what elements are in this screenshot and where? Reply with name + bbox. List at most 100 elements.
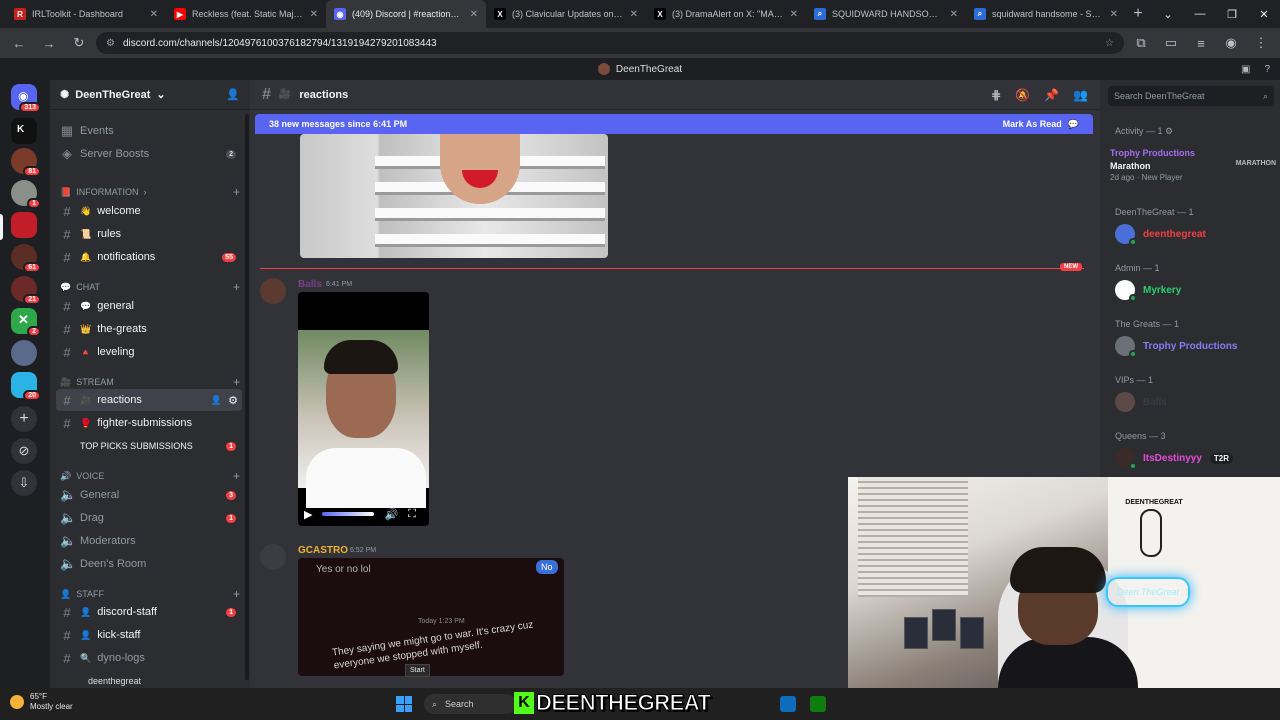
server-icon-deenthegreat[interactable]	[11, 212, 37, 238]
server-icon-6[interactable]: ✕ 2	[11, 308, 41, 337]
server-icon-2[interactable]: 81	[11, 148, 41, 177]
minimize-button[interactable]: —	[1184, 0, 1216, 28]
site-info-icon[interactable]: ⚙	[106, 38, 115, 49]
close-window-button[interactable]: ✕	[1248, 0, 1280, 28]
member-row[interactable]: deenthegreat	[1115, 224, 1206, 246]
member-row[interactable]: Balls	[1115, 392, 1167, 412]
close-tab-icon[interactable]: ✕	[1110, 9, 1118, 20]
browser-tab[interactable]: ▶ Reckless (feat. Static Major) - YouTube…	[166, 0, 326, 28]
add-channel-icon[interactable]: +	[233, 469, 240, 483]
channel-dyno-logs[interactable]: # 🔍 dyno-logs	[50, 647, 246, 669]
user-panel[interactable]: deenthegreat	[50, 674, 246, 688]
back-button[interactable]: ←	[6, 30, 32, 56]
threads-icon[interactable]: ⋕	[991, 88, 1001, 102]
server-icon-1[interactable]: K	[11, 118, 37, 144]
weather-widget[interactable]: 65°F Mostly clear	[10, 692, 73, 712]
channel-fighter-submissions[interactable]: # 🥊 fighter-submissions	[50, 412, 246, 434]
start-button[interactable]	[396, 696, 412, 712]
browser-tab[interactable]: X (3) DramaAlert on X: "MASKED ✕	[646, 0, 806, 28]
address-bar[interactable]: ⚙ discord.com/channels/12049761003761827…	[96, 32, 1124, 54]
avatar[interactable]	[260, 278, 286, 304]
message-image-attachment[interactable]: Yes or no lol No Today 1:23 PM They sayi…	[298, 558, 564, 676]
bookmark-star-icon[interactable]: ☆	[1105, 38, 1114, 49]
voice-drag[interactable]: 🔈 Drag 1	[50, 507, 246, 529]
avatar[interactable]	[260, 544, 286, 570]
channel-kick-staff[interactable]: # 👤 kick-staff	[50, 624, 246, 646]
invite-people-icon[interactable]: 👤	[226, 88, 240, 101]
channel-rules[interactable]: # 📜 rules	[50, 223, 246, 245]
play-icon[interactable]: ▶	[304, 508, 312, 521]
browser-tab[interactable]: R IRLToolkit - Dashboard ✕	[6, 0, 166, 28]
fullscreen-icon[interactable]: ⛶	[408, 508, 416, 521]
channel-reactions[interactable]: # 🎥 reactions 👤 ⚙	[56, 389, 242, 411]
cast-icon[interactable]: ▭	[1158, 30, 1184, 56]
tab-search-icon[interactable]: ⌄	[1152, 0, 1184, 28]
volume-icon[interactable]: 🔊	[384, 508, 398, 521]
inbox-icon[interactable]: ▣	[1241, 64, 1250, 75]
reload-button[interactable]: ↻	[66, 30, 92, 56]
restore-button[interactable]: ❐	[1216, 0, 1248, 28]
channel-welcome[interactable]: # 👋 welcome	[50, 200, 246, 222]
category-staff[interactable]: 👤 STAFF +	[60, 586, 240, 602]
category-information[interactable]: 📕 INFORMATION › +	[60, 184, 240, 200]
message-image-attachment[interactable]	[300, 134, 608, 258]
explore-icon[interactable]: ⊘	[11, 438, 37, 464]
channel-the-greats[interactable]: # 👑 the-greats	[50, 318, 246, 340]
close-tab-icon[interactable]: ✕	[150, 9, 158, 20]
sidebar-item-events[interactable]: ▦ Events	[50, 120, 246, 142]
channel-leveling[interactable]: # 🔺 leveling	[50, 341, 246, 363]
taskbar-search[interactable]: ⌕ Search	[424, 694, 516, 714]
search-input[interactable]: Search DeenTheGreat ⌕	[1108, 86, 1274, 106]
browser-tab[interactable]: ⌕ SQUIDWARD HANDSOME - Search ✕	[806, 0, 966, 28]
gear-icon[interactable]: ⚙	[228, 394, 238, 407]
pin-icon[interactable]: 📌	[1044, 88, 1059, 102]
message-author[interactable]: Balls	[298, 279, 322, 290]
member-row[interactable]: ItsDestinyyy T2R	[1115, 448, 1234, 470]
activity-card[interactable]: Trophy Productions Marathon 2d ago · New…	[1110, 148, 1276, 192]
new-messages-bar[interactable]: 38 new messages since 6:41 PM Mark As Re…	[255, 114, 1093, 134]
invite-icon[interactable]: 👤	[211, 395, 222, 406]
add-channel-icon[interactable]: +	[233, 185, 240, 199]
extensions-icon[interactable]: ⧉	[1128, 30, 1154, 56]
voice-deens-room[interactable]: 🔈 Deen's Room	[50, 553, 246, 575]
mark-as-read-button[interactable]: Mark As Read	[1003, 119, 1062, 129]
add-channel-icon[interactable]: +	[233, 587, 240, 601]
server-icon-8[interactable]: 20	[11, 372, 41, 401]
add-server-icon[interactable]: +	[11, 406, 37, 432]
xbox-icon[interactable]	[810, 696, 826, 712]
download-icon[interactable]: ⇩	[11, 470, 37, 496]
help-icon[interactable]: ?	[1264, 64, 1270, 75]
category-chat[interactable]: 💬 CHAT +	[60, 279, 240, 295]
outlook-icon[interactable]	[780, 696, 796, 712]
volume-slider[interactable]	[322, 512, 375, 516]
browser-tab[interactable]: ⌕ squidward handsome - Search ✕	[966, 0, 1126, 28]
channel-general[interactable]: # 💬 general	[50, 295, 246, 317]
close-tab-icon[interactable]: ✕	[950, 9, 958, 20]
server-icon-3[interactable]: 1	[11, 180, 41, 209]
close-tab-icon[interactable]: ✕	[790, 9, 798, 20]
channel-discord-staff[interactable]: # 👤 discord-staff 1	[50, 601, 246, 623]
member-list-icon[interactable]: 👥	[1073, 88, 1088, 102]
server-header[interactable]: ✺ DeenTheGreat ⌄ 👤	[50, 80, 250, 110]
close-tab-icon[interactable]: ✕	[630, 9, 638, 20]
discord-home-icon[interactable]: ◉ 313	[11, 84, 41, 113]
sidebar-item-boosts[interactable]: ◈ Server Boosts 2	[50, 143, 246, 165]
notification-bell-icon[interactable]: 🔕	[1015, 88, 1030, 102]
voice-general[interactable]: 🔈 General 3	[50, 484, 246, 506]
sidebar-scrollbar[interactable]	[245, 114, 249, 680]
member-row[interactable]: Myrkery	[1115, 280, 1181, 302]
close-tab-icon[interactable]: ✕	[310, 9, 318, 20]
category-stream[interactable]: 🎥 STREAM +	[60, 374, 240, 390]
server-icon-5[interactable]: 21	[11, 276, 41, 305]
thread-top-picks[interactable]: TOP PICKS SUBMISSIONS 1	[50, 435, 246, 457]
new-tab-button[interactable]: +	[1126, 0, 1150, 28]
voice-moderators[interactable]: 🔈 Moderators	[50, 530, 246, 552]
browser-tab[interactable]: X (3) Clavicular Updates on X: "Cl ✕	[486, 0, 646, 28]
message-author[interactable]: GCASTRO	[298, 545, 348, 556]
category-voice[interactable]: 🔊 VOICE +	[60, 468, 240, 484]
server-icon-7[interactable]	[11, 340, 37, 366]
forward-button[interactable]: →	[36, 30, 62, 56]
close-tab-icon[interactable]: ✕	[470, 9, 478, 20]
media-icon[interactable]: ≡	[1188, 30, 1214, 56]
profile-icon[interactable]: ◉	[1218, 30, 1244, 56]
